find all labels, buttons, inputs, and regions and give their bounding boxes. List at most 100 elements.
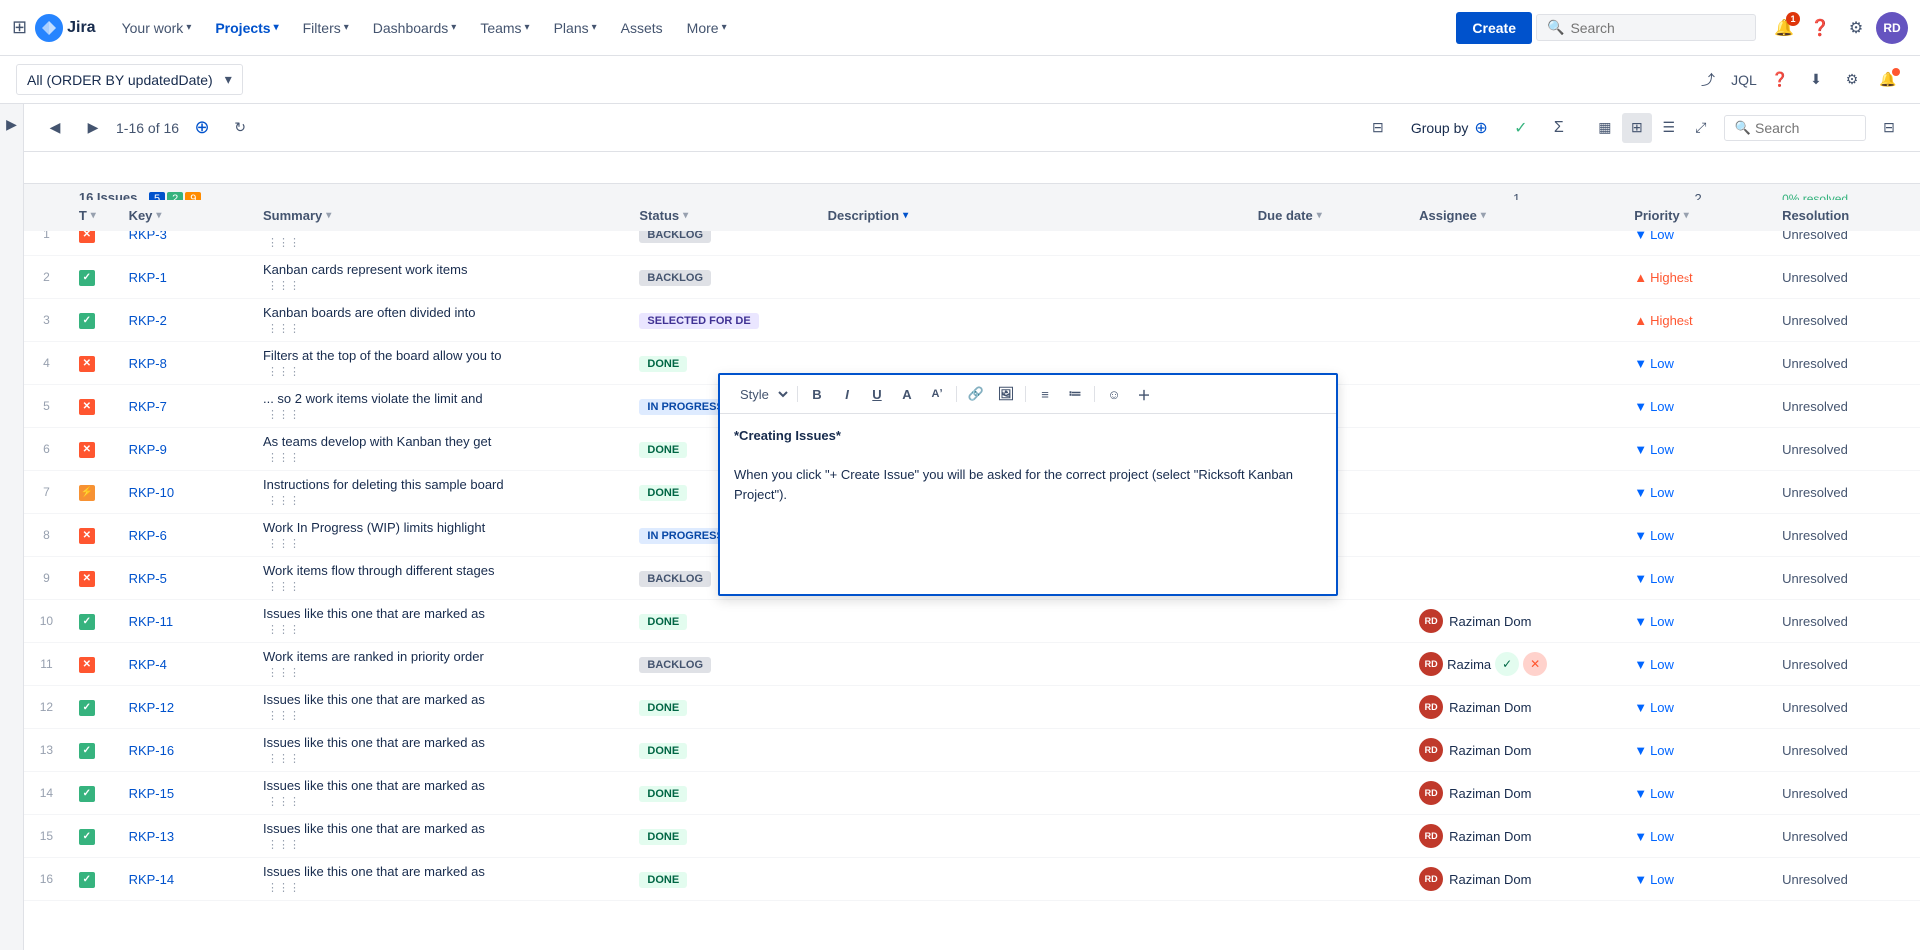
list-view-button[interactable]: ☰ (1654, 113, 1684, 143)
drag-handle[interactable]: ⋮⋮⋮ (267, 796, 300, 808)
row-description[interactable] (818, 600, 1248, 643)
table-row[interactable]: 2✓RKP-1Kanban cards represent work items… (24, 256, 1920, 299)
prev-page-button[interactable]: ◀ (40, 113, 70, 143)
table-row[interactable]: 10✓RKP-11Issues like this one that are m… (24, 600, 1920, 643)
row-key[interactable]: RKP-6 (119, 514, 253, 557)
table-row[interactable]: 13✓RKP-16Issues like this one that are m… (24, 729, 1920, 772)
kanban-view-button[interactable]: ▦ (1590, 113, 1620, 143)
next-page-button[interactable]: ▶ (78, 113, 108, 143)
nav-projects[interactable]: Projects ▾ (205, 14, 288, 42)
drag-handle[interactable]: ⋮⋮⋮ (267, 753, 300, 765)
drag-handle[interactable]: ⋮⋮⋮ (267, 710, 300, 722)
table-row[interactable]: 15✓RKP-13Issues like this one that are m… (24, 815, 1920, 858)
drag-handle[interactable]: ⋮⋮⋮ (267, 882, 300, 894)
th-status[interactable]: Status ▾ (629, 200, 817, 232)
table-row[interactable]: 11✕RKP-4Work items are ranked in priorit… (24, 643, 1920, 686)
toolbar-search[interactable]: 🔍 (1724, 115, 1866, 141)
grid-icon[interactable]: ⊞ (12, 17, 27, 38)
table-row[interactable]: 16✓RKP-14Issues like this one that are m… (24, 858, 1920, 901)
row-description[interactable] (818, 686, 1248, 729)
row-key[interactable]: RKP-2 (119, 299, 253, 342)
nav-teams[interactable]: Teams ▾ (470, 14, 539, 42)
refresh-button[interactable]: ↻ (225, 113, 255, 143)
notifications-button[interactable]: 🔔 1 (1768, 12, 1800, 44)
row-description[interactable] (818, 815, 1248, 858)
drag-handle[interactable]: ⋮⋮⋮ (267, 538, 300, 550)
drag-handle[interactable]: ⋮⋮⋮ (267, 323, 300, 335)
th-description[interactable]: Description ▾ (818, 200, 1248, 232)
row-key[interactable]: RKP-7 (119, 385, 253, 428)
row-key[interactable]: RKP-15 (119, 772, 253, 815)
group-by-button[interactable]: Group by ⊕ (1401, 114, 1498, 142)
drag-handle[interactable]: ⋮⋮⋮ (267, 667, 300, 679)
emoji-button[interactable]: ☺ (1101, 381, 1127, 407)
filter-button[interactable]: ⊟ (1363, 113, 1393, 143)
th-key[interactable]: Key ▾ (119, 200, 253, 232)
drag-handle[interactable]: ⋮⋮⋮ (267, 409, 300, 421)
th-priority[interactable]: Priority ▾ (1624, 200, 1772, 232)
view-sigma-icon[interactable]: Σ (1544, 113, 1574, 143)
sidebar-toggle[interactable]: ▶ (0, 104, 24, 950)
row-key[interactable]: RKP-12 (119, 686, 253, 729)
table-row[interactable]: 14✓RKP-15Issues like this one that are m… (24, 772, 1920, 815)
table-row[interactable]: 3✓RKP-2Kanban boards are often divided i… (24, 299, 1920, 342)
row-key[interactable]: RKP-10 (119, 471, 253, 514)
nav-dashboards[interactable]: Dashboards ▾ (363, 14, 467, 42)
th-duedate[interactable]: Due date ▾ (1248, 200, 1409, 232)
grid-view-button[interactable]: ⊞ (1622, 113, 1652, 143)
drag-handle[interactable]: ⋮⋮⋮ (267, 237, 300, 249)
text-style-button[interactable]: Aʼ (924, 381, 950, 407)
row-description[interactable] (818, 772, 1248, 815)
user-avatar[interactable]: RD (1876, 12, 1908, 44)
row-key[interactable]: RKP-9 (119, 428, 253, 471)
search-input[interactable] (1570, 20, 1730, 36)
row-key[interactable]: RKP-16 (119, 729, 253, 772)
toolbar-search-input[interactable] (1755, 120, 1855, 136)
nav-more[interactable]: More ▾ (677, 14, 737, 42)
nav-plans[interactable]: Plans ▾ (544, 14, 607, 42)
row-key[interactable]: RKP-4 (119, 643, 253, 686)
create-button[interactable]: Create (1456, 12, 1532, 44)
bold-button[interactable]: B (804, 381, 830, 407)
font-color-button[interactable]: A (894, 381, 920, 407)
add-button[interactable]: ＋ (1131, 381, 1157, 407)
settings-button[interactable]: ⚙ (1840, 12, 1872, 44)
filter-select[interactable]: All (ORDER BY updatedDate) ▾ (16, 64, 243, 95)
row-key[interactable]: RKP-11 (119, 600, 253, 643)
add-item-button[interactable]: ⊕ (187, 113, 217, 143)
table-wrapper[interactable]: ◀ ▶ 1-16 of 16 ⊕ ↻ ⊟ Group by ⊕ ✓ Σ ▦ ⊞ … (24, 104, 1920, 950)
row-description[interactable] (818, 729, 1248, 772)
row-description[interactable] (818, 643, 1248, 686)
assignee-confirm-button[interactable]: ✓ (1495, 652, 1519, 676)
row-description[interactable] (818, 299, 1248, 342)
image-button[interactable]: 🖼 (993, 381, 1019, 407)
help-button[interactable]: ❓ (1804, 12, 1836, 44)
nav-your-work[interactable]: Your work ▾ (112, 14, 202, 42)
drag-handle[interactable]: ⋮⋮⋮ (267, 452, 300, 464)
drag-handle[interactable]: ⋮⋮⋮ (267, 366, 300, 378)
th-summary[interactable]: Summary ▾ (253, 200, 629, 232)
assignee-cancel-button[interactable]: ✕ (1523, 652, 1547, 676)
bullet-list-button[interactable]: ≡ (1032, 381, 1058, 407)
style-select[interactable]: Style (730, 384, 791, 405)
share-button[interactable]: ⤴ (1692, 64, 1724, 96)
drag-handle[interactable]: ⋮⋮⋮ (267, 280, 300, 292)
th-resolution[interactable]: Resolution (1772, 200, 1920, 232)
ordered-list-button[interactable]: ≔ (1062, 381, 1088, 407)
drag-handle[interactable]: ⋮⋮⋮ (267, 495, 300, 507)
row-key[interactable]: RKP-14 (119, 858, 253, 901)
columns-button[interactable]: ⊟ (1874, 113, 1904, 143)
view-check-icon[interactable]: ✓ (1506, 113, 1536, 143)
table-scroll-area[interactable]: T ▾ Key ▾ Summary (24, 152, 1920, 901)
collapse-button[interactable]: ⤢ (1686, 113, 1716, 143)
row-key[interactable]: RKP-8 (119, 342, 253, 385)
italic-button[interactable]: I (834, 381, 860, 407)
drag-handle[interactable]: ⋮⋮⋮ (267, 624, 300, 636)
row-description[interactable] (818, 858, 1248, 901)
help-secondary-button[interactable]: ❓ (1764, 64, 1796, 96)
nav-assets[interactable]: Assets (611, 14, 673, 42)
settings-secondary-button[interactable]: ⚙ (1836, 64, 1868, 96)
row-key[interactable]: RKP-13 (119, 815, 253, 858)
description-content[interactable]: *Creating Issues* When you click "+ Crea… (720, 414, 1336, 594)
row-key[interactable]: RKP-5 (119, 557, 253, 600)
